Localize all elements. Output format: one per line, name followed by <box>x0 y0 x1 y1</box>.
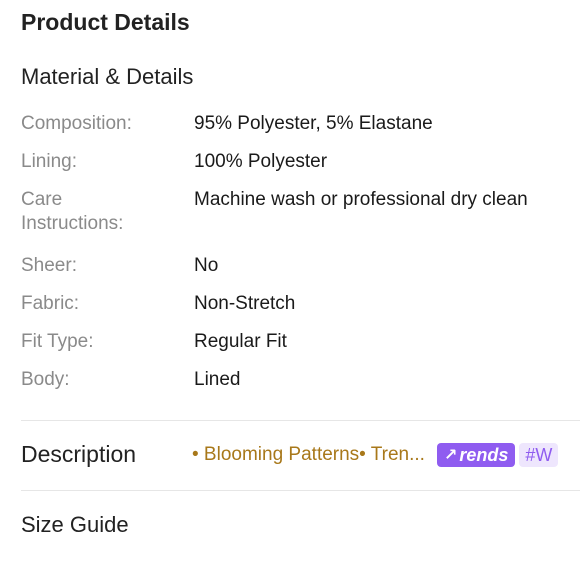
spec-label: Body: <box>21 369 70 390</box>
spec-row-sheer: Sheer: No <box>21 254 580 292</box>
spec-row-composition: Composition: 95% Polyester, 5% Elastane <box>21 112 580 150</box>
spec-row-fabric: Fabric: Non-Stretch <box>21 292 580 330</box>
trend-arrow-icon: ↗ <box>443 447 458 464</box>
spec-value: Machine wash or professional dry clean <box>194 189 528 210</box>
spec-row-care-instructions: Care Instructions: Machine wash or profe… <box>21 188 580 254</box>
description-tags-text: • Blooming Patterns• Tren... <box>192 444 425 465</box>
spec-label: Care Instructions: <box>21 189 124 234</box>
trends-badge: ↗ rends <box>436 443 516 467</box>
spec-label: Fabric: <box>21 293 80 314</box>
product-details-panel: Product Details Material & Details Compo… <box>0 0 580 580</box>
trends-badge-label: rends <box>459 444 509 465</box>
spec-value: No <box>194 255 219 276</box>
spec-label: Composition: <box>21 113 132 134</box>
spec-label: Lining: <box>21 151 77 172</box>
description-tags[interactable]: • Blooming Patterns• Tren... ↗ rends #W <box>192 442 580 468</box>
spec-value: 100% Polyester <box>194 151 328 172</box>
description-heading[interactable]: Description <box>21 441 136 468</box>
spec-row-lining: Lining: 100% Polyester <box>21 150 580 188</box>
spec-row-body: Body: Lined <box>21 368 580 406</box>
divider <box>21 420 580 421</box>
spec-list: Composition: 95% Polyester, 5% Elastane … <box>21 112 580 406</box>
spec-label: Fit Type: <box>21 331 94 352</box>
size-guide-heading[interactable]: Size Guide <box>21 512 129 538</box>
spec-value: Non-Stretch <box>194 293 296 314</box>
spec-value: 95% Polyester, 5% Elastane <box>194 113 433 134</box>
spec-value: Lined <box>194 369 241 390</box>
spec-label: Sheer: <box>21 255 77 276</box>
spec-value: Regular Fit <box>194 331 287 352</box>
page-title: Product Details <box>21 9 190 35</box>
material-details-heading[interactable]: Material & Details <box>21 64 193 90</box>
spec-row-fit-type: Fit Type: Regular Fit <box>21 330 580 368</box>
divider <box>21 490 580 491</box>
hashtag-chip: #W <box>519 443 559 467</box>
